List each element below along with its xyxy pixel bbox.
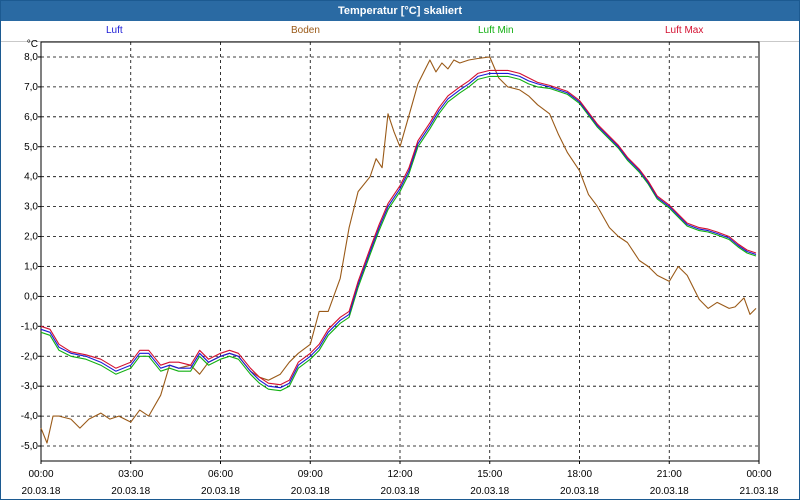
- y-tick-label: -1,0: [21, 321, 39, 332]
- x-tick-label-date: 21.03.18: [740, 486, 779, 497]
- x-tick-label-time: 21:00: [657, 469, 682, 480]
- x-tick-label-time: 00:00: [28, 469, 53, 480]
- x-tick-label-time: 12:00: [387, 469, 412, 480]
- x-tick-label-time: 18:00: [567, 469, 592, 480]
- x-tick-label-time: 06:00: [208, 469, 233, 480]
- y-tick-label: -3,0: [21, 381, 39, 392]
- x-tick-label-date: 20.03.18: [22, 486, 61, 497]
- x-tick-label-time: 03:00: [118, 469, 143, 480]
- x-tick-label-date: 20.03.18: [381, 486, 420, 497]
- x-tick-label-date: 20.03.18: [650, 486, 689, 497]
- y-tick-label: 8,0: [24, 52, 38, 63]
- y-tick-label: 5,0: [24, 142, 38, 153]
- chart-plot: 8,0 7,0 6,0 5,0 4,0 3,0 2,0 1,0 0,0 -1,0 -2,0 -3,0 -…: [21, 39, 779, 497]
- chart-window: Temperatur [°C] skaliert Luft Boden Luft…: [0, 0, 800, 500]
- y-tick-label: -4,0: [21, 411, 39, 422]
- y-tick-label: 0,0: [24, 291, 38, 302]
- y-tick-label: 6,0: [24, 112, 38, 123]
- y-tick-label: -5,0: [21, 441, 39, 452]
- y-tick-label: 3,0: [24, 202, 38, 213]
- y-tick-label: 2,0: [24, 232, 38, 243]
- y-tick-label: 4,0: [24, 172, 38, 183]
- x-tick-label-date: 20.03.18: [560, 486, 599, 497]
- y-axis-label: °C: [27, 39, 38, 50]
- y-tick-label: -2,0: [21, 351, 39, 362]
- x-tick-label-date: 20.03.18: [111, 486, 150, 497]
- y-tick-label: 1,0: [24, 261, 38, 272]
- x-tick-label-date: 20.03.18: [201, 486, 240, 497]
- x-tick-label-time: 00:00: [746, 469, 771, 480]
- x-tick-label-date: 20.03.18: [470, 486, 509, 497]
- x-tick-label-time: 09:00: [298, 469, 323, 480]
- x-tick-label-time: 15:00: [477, 469, 502, 480]
- x-tick-label-date: 20.03.18: [291, 486, 330, 497]
- y-tick-label: 7,0: [24, 82, 38, 93]
